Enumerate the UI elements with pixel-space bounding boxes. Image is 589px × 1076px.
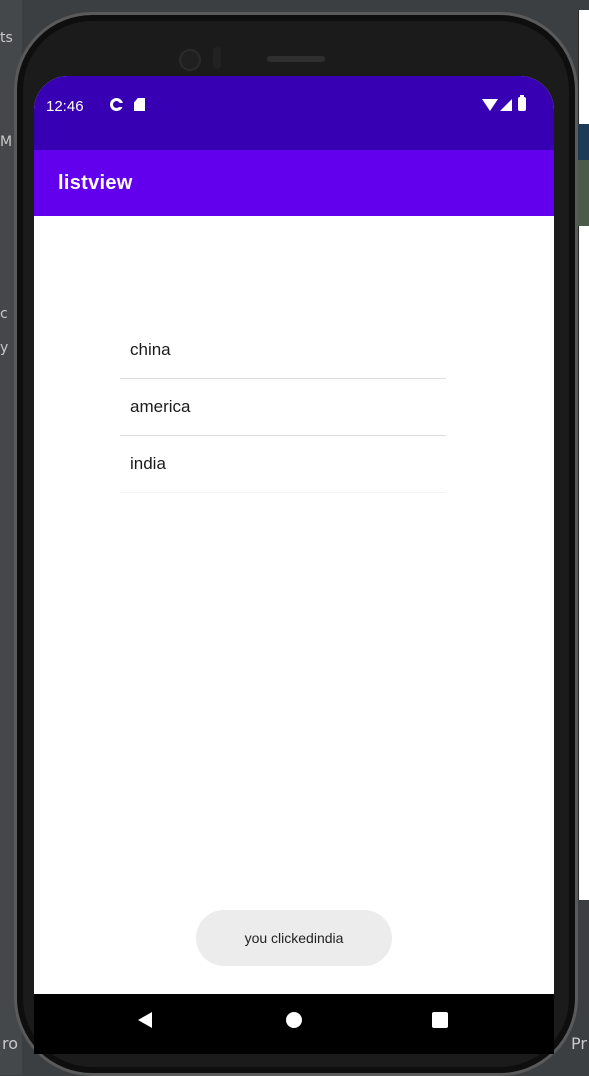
sensor-icon xyxy=(213,47,221,69)
status-indicators xyxy=(482,98,544,114)
phone-top-bezel xyxy=(167,45,387,75)
navigation-bar xyxy=(34,994,554,1054)
google-icon xyxy=(110,98,123,111)
toast-message: you clickedindia xyxy=(196,910,392,966)
app-bar: listview xyxy=(34,150,554,216)
ide-bottom-fragment: ro xyxy=(2,1034,18,1053)
ide-left-fragment: y xyxy=(0,340,8,356)
wifi-icon xyxy=(482,99,498,111)
list-item-china[interactable]: china xyxy=(120,322,446,379)
back-icon[interactable] xyxy=(138,1012,152,1028)
camera-icon xyxy=(179,49,201,71)
list-item-label: america xyxy=(130,397,190,417)
list-item-america[interactable]: america xyxy=(120,379,446,436)
ide-left-fragment: M xyxy=(0,134,12,150)
country-list: china america india xyxy=(120,322,446,493)
sd-card-icon xyxy=(134,98,145,111)
battery-icon xyxy=(518,97,526,111)
list-item-label: china xyxy=(130,340,171,360)
device-screen: 12:46 listview china america india you c… xyxy=(34,76,554,1046)
ide-left-fragment: c xyxy=(0,306,8,322)
recents-icon[interactable] xyxy=(432,1012,448,1028)
app-title: listview xyxy=(58,172,133,195)
speaker-grille xyxy=(267,56,325,62)
ide-left-fragment: ts xyxy=(0,30,13,46)
signal-icon xyxy=(500,99,512,111)
ide-bottom-fragment: Pr xyxy=(571,1034,587,1053)
status-time: 12:46 xyxy=(46,98,84,115)
list-item-label: india xyxy=(130,454,166,474)
status-bar: 12:46 xyxy=(34,76,554,150)
list-item-india[interactable]: india xyxy=(120,436,446,493)
home-icon[interactable] xyxy=(286,1012,302,1028)
